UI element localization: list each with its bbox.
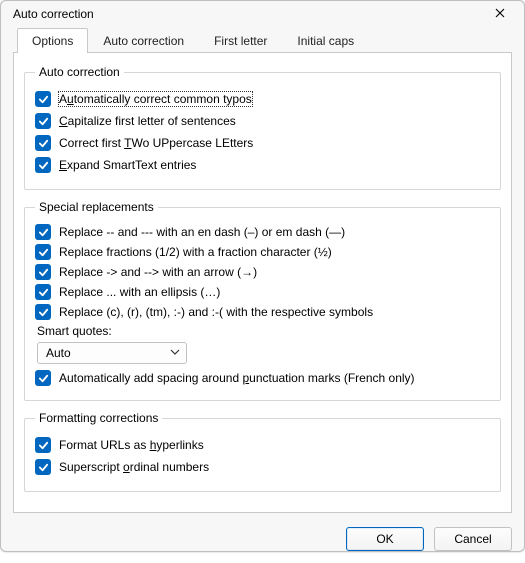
row-arrow[interactable]: Replace -> and --> with an arrow (→) <box>35 264 490 280</box>
tab-options[interactable]: Options <box>17 28 88 53</box>
label-two-uppercase: Correct first TWo UPpercase LEtters <box>59 136 253 150</box>
cancel-button[interactable]: Cancel <box>434 527 512 551</box>
tabstrip: Options Auto correction First letter Ini… <box>17 28 512 53</box>
group-special-replacements: Special replacements Replace -- and --- … <box>24 200 501 401</box>
label-correct-typos: Automatically correct common typos <box>59 92 252 106</box>
row-urls[interactable]: Format URLs as hyperlinks <box>35 437 490 453</box>
checkbox-icon <box>35 284 51 300</box>
tab-page-options: Auto correction Automatically correct co… <box>13 52 512 513</box>
tab-initial-caps[interactable]: Initial caps <box>282 28 369 53</box>
checkbox-icon <box>35 244 51 260</box>
row-dash[interactable]: Replace -- and --- with an en dash (–) o… <box>35 224 490 240</box>
checkbox-icon <box>35 224 51 240</box>
group-legend: Auto correction <box>35 65 124 79</box>
row-french-punct[interactable]: Automatically add spacing around punctua… <box>35 370 490 386</box>
select-smart-quotes[interactable]: Auto <box>37 342 187 364</box>
chevron-down-icon <box>170 346 180 360</box>
dialog-footer: OK Cancel <box>1 517 524 563</box>
checkbox-icon <box>35 437 51 453</box>
row-capitalize[interactable]: Capitalize first letter of sentences <box>35 113 490 129</box>
titlebar: Auto correction <box>1 1 524 27</box>
row-two-uppercase[interactable]: Correct first TWo UPpercase LEtters <box>35 135 490 151</box>
row-ordinals[interactable]: Superscript ordinal numbers <box>35 459 490 475</box>
label-french-punct: Automatically add spacing around punctua… <box>59 371 415 385</box>
label-dash: Replace -- and --- with an en dash (–) o… <box>59 225 345 239</box>
tab-auto-correction[interactable]: Auto correction <box>88 28 199 53</box>
checkbox-icon <box>35 113 51 129</box>
label-smarttext: Expand SmartText entries <box>59 158 196 172</box>
checkbox-icon <box>35 157 51 173</box>
group-legend: Formatting corrections <box>35 411 162 425</box>
checkbox-icon <box>35 459 51 475</box>
row-symbols[interactable]: Replace (c), (r), (tm), :-) and :-( with… <box>35 304 490 320</box>
label-symbols: Replace (c), (r), (tm), :-) and :-( with… <box>59 305 373 319</box>
label-urls: Format URLs as hyperlinks <box>59 438 204 452</box>
dialog-window: Auto correction Options Auto correction … <box>0 0 525 552</box>
label-ellipsis: Replace ... with an ellipsis (…) <box>59 285 220 299</box>
checkbox-icon <box>35 91 51 107</box>
label-fractions: Replace fractions (1/2) with a fraction … <box>59 245 332 259</box>
group-legend: Special replacements <box>35 200 158 214</box>
group-formatting-corrections: Formatting corrections Format URLs as hy… <box>24 411 501 492</box>
close-icon <box>495 7 505 21</box>
close-button[interactable] <box>484 1 516 27</box>
checkbox-icon <box>35 135 51 151</box>
row-correct-typos[interactable]: Automatically correct common typos <box>35 91 490 107</box>
checkbox-icon <box>35 304 51 320</box>
group-auto-correction: Auto correction Automatically correct co… <box>24 65 501 190</box>
select-value: Auto <box>46 346 71 360</box>
dialog-content: Options Auto correction First letter Ini… <box>1 27 524 517</box>
label-arrow: Replace -> and --> with an arrow (→) <box>59 265 257 279</box>
label-capitalize: Capitalize first letter of sentences <box>59 114 236 128</box>
window-title: Auto correction <box>13 7 484 21</box>
label-smart-quotes: Smart quotes: <box>37 324 490 338</box>
checkbox-icon <box>35 370 51 386</box>
checkbox-icon <box>35 264 51 280</box>
tab-first-letter[interactable]: First letter <box>199 28 282 53</box>
label-ordinals: Superscript ordinal numbers <box>59 460 209 474</box>
ok-button[interactable]: OK <box>346 527 424 551</box>
row-smarttext[interactable]: Expand SmartText entries <box>35 157 490 173</box>
row-fractions[interactable]: Replace fractions (1/2) with a fraction … <box>35 244 490 260</box>
row-ellipsis[interactable]: Replace ... with an ellipsis (…) <box>35 284 490 300</box>
